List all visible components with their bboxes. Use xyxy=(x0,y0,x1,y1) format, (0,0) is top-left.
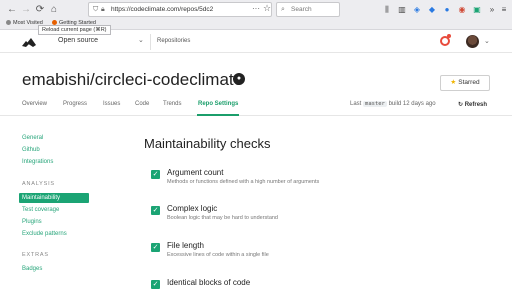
org-switcher[interactable]: Open source xyxy=(58,37,98,44)
shield-icon: ⛉ xyxy=(93,6,99,13)
hamburger-menu-icon[interactable]: ≡ xyxy=(499,4,509,15)
refresh-button[interactable]: ↻ Refresh xyxy=(458,101,487,108)
sidebar-icon[interactable]: ▥ xyxy=(397,4,407,15)
check-icon[interactable]: ✓ xyxy=(151,243,160,252)
header-divider xyxy=(150,34,151,50)
notification-badge xyxy=(447,34,451,38)
forward-icon[interactable]: → xyxy=(20,4,32,16)
back-icon[interactable]: ← xyxy=(6,4,18,16)
starred-button[interactable]: ★ Starred xyxy=(440,75,490,91)
branch-badge: master xyxy=(363,101,387,107)
check-description: Boolean logic that may be hard to unders… xyxy=(167,215,278,221)
check-name: File length xyxy=(167,241,204,250)
check-name: Identical blocks of code xyxy=(167,278,251,287)
sidebar-heading-analysis: ANALYSIS xyxy=(22,181,55,187)
home-icon[interactable]: ⌂ xyxy=(48,4,60,16)
repo-tabs: Overview Progress Issues Code Trends Rep… xyxy=(0,96,512,116)
url-text: https://codeclimate.com/repos/5dc2 xyxy=(111,6,214,13)
reload-icon[interactable]: ⟳ xyxy=(34,4,46,16)
extension-icon-3[interactable]: ● xyxy=(442,4,452,15)
gear-icon xyxy=(6,20,11,25)
tab-repo-settings[interactable]: Repo Settings xyxy=(198,101,238,107)
page-title: emabishi/circleci-codeclimate xyxy=(22,70,244,89)
bookmark-star-icon[interactable]: ☆ xyxy=(263,3,271,14)
page-actions-icon[interactable]: ··· xyxy=(252,4,260,13)
tab-overview[interactable]: Overview xyxy=(22,101,47,107)
check-description: Methods or functions defined with a high… xyxy=(167,179,320,185)
check-name: Complex logic xyxy=(167,204,218,213)
extension-icon-4[interactable]: ◉ xyxy=(457,4,467,15)
extension-icon-5[interactable]: ▣ xyxy=(472,4,482,15)
check-description: Excessive lines of code within a single … xyxy=(167,252,269,258)
check-icon[interactable]: ✓ xyxy=(151,206,160,215)
overflow-menu-icon[interactable]: » xyxy=(487,4,497,15)
avatar[interactable] xyxy=(466,35,479,48)
sidebar-item-integrations[interactable]: Integrations xyxy=(22,159,53,165)
sidebar-item-exclude-patterns[interactable]: Exclude patterns xyxy=(22,231,67,237)
sidebar-item-badges[interactable]: Badges xyxy=(22,266,42,272)
sidebar-item-plugins[interactable]: Plugins xyxy=(22,219,42,225)
tab-issues[interactable]: Issues xyxy=(103,101,120,107)
check-name: Argument count xyxy=(167,168,224,177)
check-icon[interactable]: ✓ xyxy=(151,280,160,289)
tab-progress[interactable]: Progress xyxy=(63,101,87,107)
star-icon: ★ xyxy=(450,79,457,86)
chevron-down-icon[interactable]: ⌄ xyxy=(138,36,144,44)
active-tab-indicator xyxy=(197,114,239,116)
url-bar[interactable]: ⛉ 🔒︎ https://codeclimate.com/repos/5dc2 xyxy=(88,2,272,17)
tab-code[interactable]: Code xyxy=(135,101,149,107)
last-build-info: Last master build 12 days ago xyxy=(350,101,436,107)
github-icon[interactable]: ● xyxy=(233,73,245,85)
chevron-down-icon[interactable]: ⌄ xyxy=(484,37,490,45)
codeclimate-logo-icon[interactable] xyxy=(22,35,36,49)
sidebar-item-github[interactable]: Github xyxy=(22,147,40,153)
sidebar-item-maintainability[interactable]: Maintainability xyxy=(22,195,60,201)
check-icon[interactable]: ✓ xyxy=(151,170,160,179)
sidebar-heading-extras: EXTRAS xyxy=(22,252,49,258)
search-placeholder: Search xyxy=(291,6,312,13)
library-icon[interactable]: ⫼ xyxy=(382,4,392,15)
section-title: Maintainability checks xyxy=(144,136,271,151)
repositories-link[interactable]: Repositories xyxy=(157,38,190,44)
search-icon: ⌕ xyxy=(281,6,285,13)
reload-tooltip: Reload current page (⌘R) xyxy=(38,25,111,35)
sidebar-item-test-coverage[interactable]: Test coverage xyxy=(22,207,59,213)
sidebar-item-general[interactable]: General xyxy=(22,135,43,141)
extension-icon-2[interactable]: ◆ xyxy=(427,4,437,15)
refresh-icon: ↻ xyxy=(458,102,464,108)
extension-icon[interactable]: ◈ xyxy=(412,4,422,15)
search-input[interactable]: ⌕ Search xyxy=(276,2,340,17)
lock-icon: 🔒︎ xyxy=(101,6,105,13)
tab-trends[interactable]: Trends xyxy=(163,101,181,107)
